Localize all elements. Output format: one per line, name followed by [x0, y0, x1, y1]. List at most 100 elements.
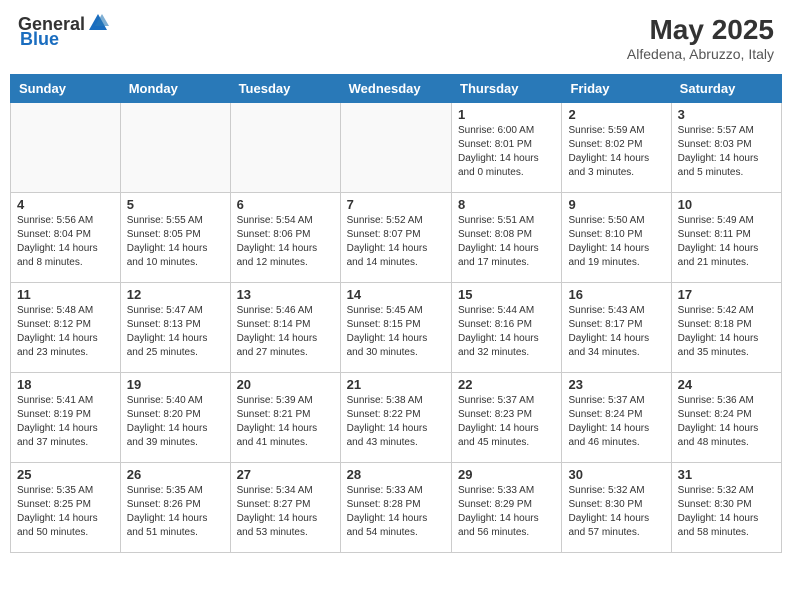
title-section: May 2025 Alfedena, Abruzzo, Italy: [627, 14, 774, 62]
calendar-cell: 21 Sunrise: 5:38 AM Sunset: 8:22 PM Dayli…: [340, 373, 451, 463]
calendar-cell: 6 Sunrise: 5:54 AM Sunset: 8:06 PM Daylig…: [230, 193, 340, 283]
day-number: 20: [237, 377, 334, 392]
day-number: 28: [347, 467, 445, 482]
calendar-cell: 2 Sunrise: 5:59 AM Sunset: 8:02 PM Daylig…: [562, 103, 671, 193]
calendar-cell: 24 Sunrise: 5:36 AM Sunset: 8:24 PM Dayli…: [671, 373, 781, 463]
day-number: 5: [127, 197, 224, 212]
day-number: 8: [458, 197, 555, 212]
day-info: Sunrise: 5:33 AM Sunset: 8:28 PM Dayligh…: [347, 484, 445, 540]
day-info: Sunrise: 5:35 AM Sunset: 8:25 PM Dayligh…: [17, 484, 114, 540]
day-number: 15: [458, 287, 555, 302]
day-info: Sunrise: 5:33 AM Sunset: 8:29 PM Dayligh…: [458, 484, 555, 540]
calendar-cell: 12 Sunrise: 5:47 AM Sunset: 8:13 PM Dayli…: [120, 283, 230, 373]
calendar-cell: 4 Sunrise: 5:56 AM Sunset: 8:04 PM Daylig…: [11, 193, 121, 283]
day-info: Sunrise: 5:56 AM Sunset: 8:04 PM Dayligh…: [17, 214, 114, 270]
calendar-header-wednesday: Wednesday: [340, 75, 451, 103]
day-number: 21: [347, 377, 445, 392]
calendar-cell: [11, 103, 121, 193]
calendar-cell: [340, 103, 451, 193]
day-info: Sunrise: 5:48 AM Sunset: 8:12 PM Dayligh…: [17, 304, 114, 360]
day-number: 19: [127, 377, 224, 392]
calendar-cell: 18Sunrise: 5:41 AM Sunset: 8:19 PM Dayli…: [11, 373, 121, 463]
calendar-cell: 25 Sunrise: 5:35 AM Sunset: 8:25 PM Dayli…: [11, 463, 121, 553]
day-info: Sunrise: 5:38 AM Sunset: 8:22 PM Dayligh…: [347, 394, 445, 450]
day-number: 22: [458, 377, 555, 392]
day-number: 24: [678, 377, 775, 392]
day-number: 13: [237, 287, 334, 302]
calendar-cell: 1Sunrise: 6:00 AM Sunset: 8:01 PM Daylig…: [452, 103, 562, 193]
day-number: 1: [458, 107, 555, 122]
calendar-cell: 13Sunrise: 5:46 AM Sunset: 8:14 PM Dayli…: [230, 283, 340, 373]
location-subtitle: Alfedena, Abruzzo, Italy: [627, 46, 774, 62]
calendar-header-sunday: Sunday: [11, 75, 121, 103]
calendar-cell: 15 Sunrise: 5:44 AM Sunset: 8:16 PM Dayli…: [452, 283, 562, 373]
calendar-cell: 26Sunrise: 5:35 AM Sunset: 8:26 PM Dayli…: [120, 463, 230, 553]
day-info: Sunrise: 5:47 AM Sunset: 8:13 PM Dayligh…: [127, 304, 224, 360]
day-info: Sunrise: 5:51 AM Sunset: 8:08 PM Dayligh…: [458, 214, 555, 270]
calendar-cell: 27 Sunrise: 5:34 AM Sunset: 8:27 PM Dayli…: [230, 463, 340, 553]
day-info: Sunrise: 5:55 AM Sunset: 8:05 PM Dayligh…: [127, 214, 224, 270]
calendar-cell: 11 Sunrise: 5:48 AM Sunset: 8:12 PM Dayli…: [11, 283, 121, 373]
day-number: 4: [17, 197, 114, 212]
day-number: 16: [568, 287, 664, 302]
calendar-table: SundayMondayTuesdayWednesdayThursdayFrid…: [10, 74, 782, 553]
week-row-2: 11 Sunrise: 5:48 AM Sunset: 8:12 PM Dayli…: [11, 283, 782, 373]
day-info: Sunrise: 5:44 AM Sunset: 8:16 PM Dayligh…: [458, 304, 555, 360]
day-number: 31: [678, 467, 775, 482]
day-number: 27: [237, 467, 334, 482]
day-info: Sunrise: 5:32 AM Sunset: 8:30 PM Dayligh…: [568, 484, 664, 540]
day-info: Sunrise: 5:59 AM Sunset: 8:02 PM Dayligh…: [568, 124, 664, 180]
day-number: 11: [17, 287, 114, 302]
logo-blue: Blue: [20, 29, 59, 50]
day-number: 17: [678, 287, 775, 302]
calendar-cell: 28 Sunrise: 5:33 AM Sunset: 8:28 PM Dayli…: [340, 463, 451, 553]
calendar-header-thursday: Thursday: [452, 75, 562, 103]
day-info: Sunrise: 5:49 AM Sunset: 8:11 PM Dayligh…: [678, 214, 775, 270]
calendar-cell: 16Sunrise: 5:43 AM Sunset: 8:17 PM Dayli…: [562, 283, 671, 373]
day-number: 14: [347, 287, 445, 302]
day-number: 18: [17, 377, 114, 392]
calendar-cell: 3Sunrise: 5:57 AM Sunset: 8:03 PM Daylig…: [671, 103, 781, 193]
calendar-cell: 9 Sunrise: 5:50 AM Sunset: 8:10 PM Daylig…: [562, 193, 671, 283]
day-number: 9: [568, 197, 664, 212]
day-info: Sunrise: 5:57 AM Sunset: 8:03 PM Dayligh…: [678, 124, 775, 180]
day-number: 2: [568, 107, 664, 122]
calendar-cell: 7Sunrise: 5:52 AM Sunset: 8:07 PM Daylig…: [340, 193, 451, 283]
calendar-cell: 17Sunrise: 5:42 AM Sunset: 8:18 PM Dayli…: [671, 283, 781, 373]
calendar-header-saturday: Saturday: [671, 75, 781, 103]
calendar-header-monday: Monday: [120, 75, 230, 103]
calendar-cell: 10 Sunrise: 5:49 AM Sunset: 8:11 PM Dayli…: [671, 193, 781, 283]
day-number: 7: [347, 197, 445, 212]
calendar-header-row: SundayMondayTuesdayWednesdayThursdayFrid…: [11, 75, 782, 103]
calendar-cell: 5 Sunrise: 5:55 AM Sunset: 8:05 PM Daylig…: [120, 193, 230, 283]
day-info: Sunrise: 5:50 AM Sunset: 8:10 PM Dayligh…: [568, 214, 664, 270]
day-info: Sunrise: 5:36 AM Sunset: 8:24 PM Dayligh…: [678, 394, 775, 450]
day-number: 29: [458, 467, 555, 482]
month-year-title: May 2025: [627, 14, 774, 46]
calendar-cell: 8 Sunrise: 5:51 AM Sunset: 8:08 PM Daylig…: [452, 193, 562, 283]
day-number: 23: [568, 377, 664, 392]
day-info: Sunrise: 5:54 AM Sunset: 8:06 PM Dayligh…: [237, 214, 334, 270]
day-number: 26: [127, 467, 224, 482]
day-info: Sunrise: 5:34 AM Sunset: 8:27 PM Dayligh…: [237, 484, 334, 540]
calendar-cell: 31 Sunrise: 5:32 AM Sunset: 8:30 PM Dayli…: [671, 463, 781, 553]
day-number: 30: [568, 467, 664, 482]
calendar-cell: 19Sunrise: 5:40 AM Sunset: 8:20 PM Dayli…: [120, 373, 230, 463]
calendar-cell: 14 Sunrise: 5:45 AM Sunset: 8:15 PM Dayli…: [340, 283, 451, 373]
page-header: General Blue May 2025 Alfedena, Abruzzo,…: [10, 10, 782, 66]
day-info: Sunrise: 5:37 AM Sunset: 8:24 PM Dayligh…: [568, 394, 664, 450]
day-number: 10: [678, 197, 775, 212]
day-number: 12: [127, 287, 224, 302]
day-info: Sunrise: 5:37 AM Sunset: 8:23 PM Dayligh…: [458, 394, 555, 450]
week-row-3: 18Sunrise: 5:41 AM Sunset: 8:19 PM Dayli…: [11, 373, 782, 463]
calendar-cell: 20Sunrise: 5:39 AM Sunset: 8:21 PM Dayli…: [230, 373, 340, 463]
calendar-cell: [230, 103, 340, 193]
week-row-4: 25 Sunrise: 5:35 AM Sunset: 8:25 PM Dayli…: [11, 463, 782, 553]
day-number: 25: [17, 467, 114, 482]
day-number: 6: [237, 197, 334, 212]
calendar-cell: [120, 103, 230, 193]
day-info: Sunrise: 5:32 AM Sunset: 8:30 PM Dayligh…: [678, 484, 775, 540]
logo: General Blue: [18, 14, 109, 50]
logo-icon: [87, 12, 109, 34]
day-info: Sunrise: 5:45 AM Sunset: 8:15 PM Dayligh…: [347, 304, 445, 360]
